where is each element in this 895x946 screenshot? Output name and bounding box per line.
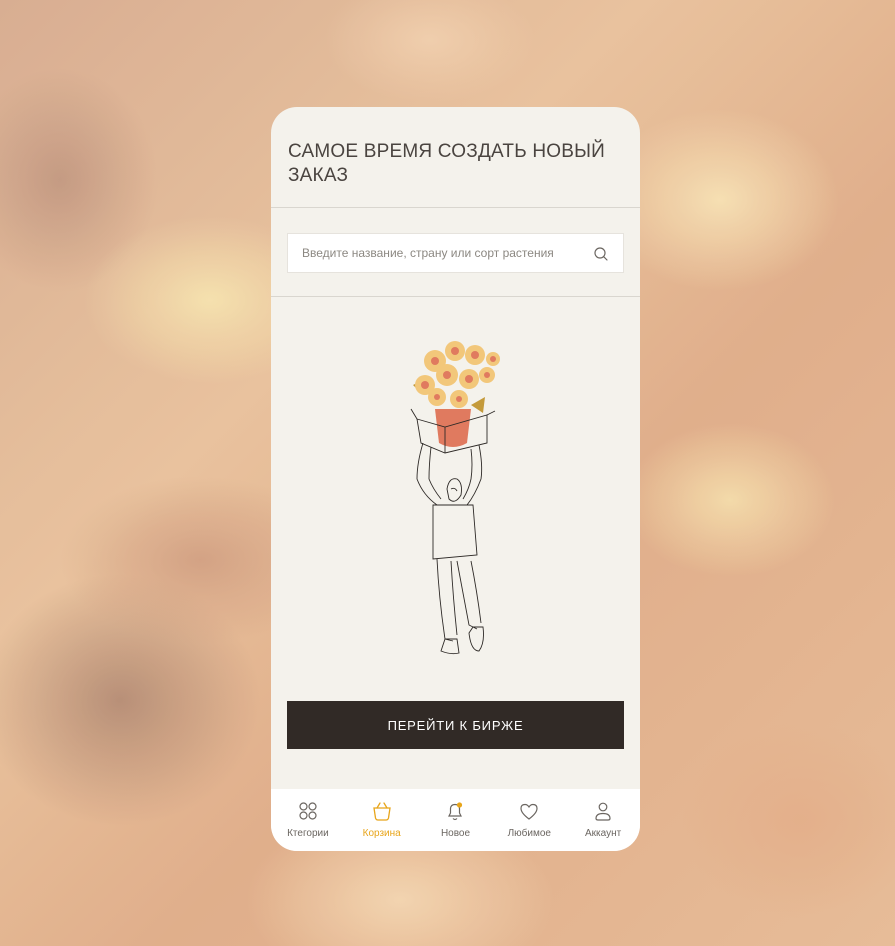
tab-label: Любимое (507, 828, 551, 839)
header-divider (271, 207, 640, 208)
phone-screen: САМОЕ ВРЕМЯ СОЗДАТЬ НОВЫЙ ЗАКАЗ Введите … (271, 107, 640, 851)
tab-categories[interactable]: Ктегории (271, 789, 345, 851)
go-to-exchange-button[interactable]: ПЕРЕЙТИ К БИРЖЕ (287, 701, 624, 749)
bell-icon (448, 802, 463, 821)
heart-icon (520, 803, 538, 820)
tab-label: Новое (440, 828, 471, 839)
search-input[interactable] (302, 238, 582, 268)
tab-basket[interactable]: Корзина (345, 789, 419, 851)
page-title: САМОЕ ВРЕМЯ СОЗДАТЬ НОВЫЙ ЗАКАЗ (288, 141, 605, 186)
tab-favorites[interactable]: Любимое (492, 789, 566, 851)
search-icon[interactable] (593, 246, 609, 262)
person-carrying-flowers-illustration (410, 341, 500, 655)
tab-account[interactable]: Аккаунт (566, 789, 640, 851)
tab-new[interactable]: Новое (419, 789, 493, 851)
tab-label: Аккаунт (584, 828, 622, 839)
user-icon (595, 802, 611, 821)
search-bar (287, 233, 624, 273)
search-divider (271, 296, 640, 297)
tab-label: Ктегории (287, 828, 329, 839)
basket-icon (372, 802, 391, 821)
grid-icon (299, 802, 317, 820)
tab-label: Корзина (362, 828, 401, 839)
bottom-tab-bar: Ктегории Корзина Новое Любимое Аккаунт (271, 789, 640, 851)
